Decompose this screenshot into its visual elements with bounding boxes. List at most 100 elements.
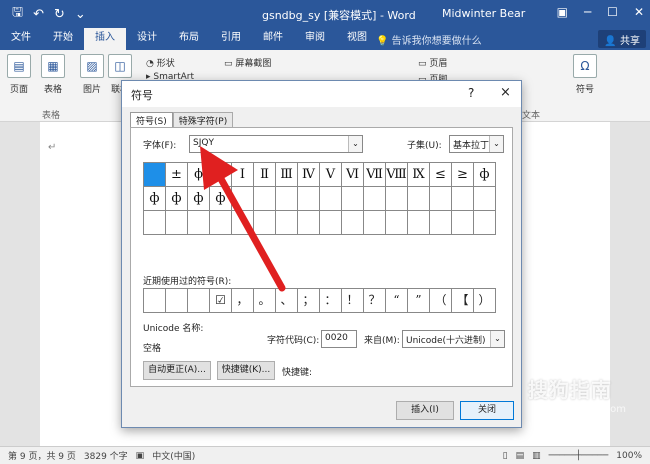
word-count[interactable]: 3829 个字 — [84, 449, 128, 462]
recent-symbol-cell[interactable]: ！ — [342, 289, 364, 313]
symbol-cell[interactable]: Ⅶ — [364, 163, 386, 187]
chevron-down-icon[interactable]: ⌄ — [348, 136, 362, 152]
recent-symbol-cell[interactable] — [144, 289, 166, 313]
zoom-level[interactable]: 100% — [616, 451, 642, 461]
symbol-cell[interactable] — [144, 163, 166, 187]
symbol-cell[interactable] — [364, 211, 386, 235]
shapes-button[interactable]: ◔ 形状 — [146, 56, 175, 69]
symbol-cell[interactable] — [430, 211, 452, 235]
zoom-slider[interactable]: ─────┼───── — [549, 451, 609, 461]
recent-symbol-cell[interactable]: 。 — [254, 289, 276, 313]
tab-home[interactable]: 开始 — [42, 28, 84, 50]
recent-symbol-cell[interactable] — [188, 289, 210, 313]
symbol-cell[interactable]: ф — [166, 187, 188, 211]
close-dialog-button[interactable]: 关闭 — [460, 401, 514, 420]
tab-mailings[interactable]: 邮件 — [252, 28, 294, 50]
font-combo[interactable]: SJQY ⌄ — [189, 135, 363, 153]
print-layout-icon[interactable]: ▤ — [516, 451, 525, 461]
table-button[interactable]: ▦ 表格 — [40, 54, 66, 95]
symbol-cell[interactable] — [386, 211, 408, 235]
recent-symbol-cell[interactable]: ？ — [364, 289, 386, 313]
symbol-cell[interactable]: Ⅳ — [298, 163, 320, 187]
recent-symbol-cell[interactable]: 、 — [276, 289, 298, 313]
symbol-cell[interactable] — [386, 187, 408, 211]
insert-button[interactable]: 插入(I) — [396, 401, 454, 420]
help-icon[interactable]: ? — [468, 86, 474, 100]
dialog-title-bar[interactable]: 符号 ? × — [122, 81, 521, 107]
symbol-cell[interactable] — [210, 211, 232, 235]
symbol-cell[interactable]: Ⅴ — [320, 163, 342, 187]
symbol-cell[interactable] — [320, 187, 342, 211]
symbol-cell[interactable]: ϕ — [188, 163, 210, 187]
tab-file[interactable]: 文件 — [0, 28, 42, 50]
tab-insert[interactable]: 插入 — [84, 28, 126, 50]
symbol-cell[interactable] — [430, 187, 452, 211]
recent-symbol-cell[interactable]: ； — [298, 289, 320, 313]
recent-symbol-cell[interactable]: ” — [408, 289, 430, 313]
symbol-cell[interactable] — [254, 211, 276, 235]
page-count[interactable]: 第 9 页，共 9 页 — [8, 449, 76, 462]
proofing-icon[interactable]: ▣ — [136, 451, 145, 461]
symbol-cell[interactable] — [210, 163, 232, 187]
symbol-cell[interactable]: ф — [474, 163, 496, 187]
symbol-cell[interactable] — [474, 187, 496, 211]
symbol-cell[interactable]: ≤ — [430, 163, 452, 187]
symbol-cell[interactable] — [276, 211, 298, 235]
user-name[interactable]: Midwinter Bear — [442, 7, 525, 20]
subset-combo[interactable]: 基本拉丁语 ⌄ — [449, 135, 504, 153]
undo-icon[interactable]: ↶ — [33, 7, 44, 22]
symbol-cell[interactable] — [166, 211, 188, 235]
read-mode-icon[interactable]: ▯ — [503, 451, 508, 461]
tell-me-box[interactable]: 💡 告诉我你想要做什么 — [376, 32, 482, 47]
ribbon-display-icon[interactable]: ▣ — [557, 5, 568, 19]
maximize-icon[interactable]: ☐ — [607, 5, 618, 19]
symbol-cell[interactable] — [298, 187, 320, 211]
tab-layout[interactable]: 布局 — [168, 28, 210, 50]
tab-references[interactable]: 引用 — [210, 28, 252, 50]
symbol-cell[interactable]: ф — [210, 187, 232, 211]
recent-symbol-cell[interactable]: 【 — [452, 289, 474, 313]
symbol-cell[interactable] — [144, 211, 166, 235]
redo-icon[interactable]: ↻ — [54, 7, 65, 22]
symbol-cell[interactable] — [452, 187, 474, 211]
symbol-cell[interactable]: ф — [144, 187, 166, 211]
symbol-cell[interactable]: ≥ — [452, 163, 474, 187]
picture-button[interactable]: ▨ 图片 — [80, 54, 104, 95]
recent-symbol-cell[interactable]: ☑ — [210, 289, 232, 313]
tab-special-characters[interactable]: 特殊字符(P) — [172, 112, 234, 128]
page-button[interactable]: ▤ 页面 — [6, 54, 32, 95]
share-button[interactable]: 👤 共享 — [598, 30, 646, 48]
close-icon[interactable]: × — [500, 85, 511, 100]
symbol-cell[interactable] — [232, 187, 254, 211]
header-button[interactable]: ▭ 页眉 — [418, 56, 447, 69]
recent-symbol-cell[interactable]: ） — [474, 289, 496, 313]
symbol-cell[interactable] — [408, 187, 430, 211]
recent-symbol-cell[interactable]: “ — [386, 289, 408, 313]
symbol-cell[interactable] — [298, 211, 320, 235]
recent-symbol-cell[interactable]: ： — [320, 289, 342, 313]
recent-symbol-cell[interactable]: ， — [232, 289, 254, 313]
recent-symbol-cell[interactable]: （ — [430, 289, 452, 313]
tab-view[interactable]: 视图 — [336, 28, 378, 50]
chevron-down-icon[interactable]: ⌄ — [489, 136, 503, 152]
symbol-cell[interactable]: Ⅲ — [276, 163, 298, 187]
web-layout-icon[interactable]: ▥ — [532, 451, 541, 461]
tab-review[interactable]: 审阅 — [294, 28, 336, 50]
symbol-cell[interactable]: ф — [188, 187, 210, 211]
symbol-cell[interactable] — [320, 211, 342, 235]
symbol-cell[interactable]: Ⅵ — [342, 163, 364, 187]
shortcut-key-button[interactable]: 快捷键(K)... — [217, 361, 275, 380]
symbol-cell[interactable]: ± — [166, 163, 188, 187]
screenshot-button[interactable]: ▭ 屏幕截图 — [224, 56, 271, 69]
symbol-cell[interactable] — [188, 211, 210, 235]
customize-qat-icon[interactable]: ⌄ — [75, 7, 86, 22]
tab-design[interactable]: 设计 — [126, 28, 168, 50]
symbol-cell[interactable] — [452, 211, 474, 235]
symbol-cell[interactable] — [342, 187, 364, 211]
symbol-cell[interactable] — [232, 211, 254, 235]
symbol-cell[interactable] — [474, 211, 496, 235]
symbol-cell[interactable]: Ⅷ — [386, 163, 408, 187]
symbol-button[interactable]: Ω 符号 — [572, 54, 598, 95]
language[interactable]: 中文(中国) — [152, 449, 195, 462]
symbol-cell[interactable] — [342, 211, 364, 235]
